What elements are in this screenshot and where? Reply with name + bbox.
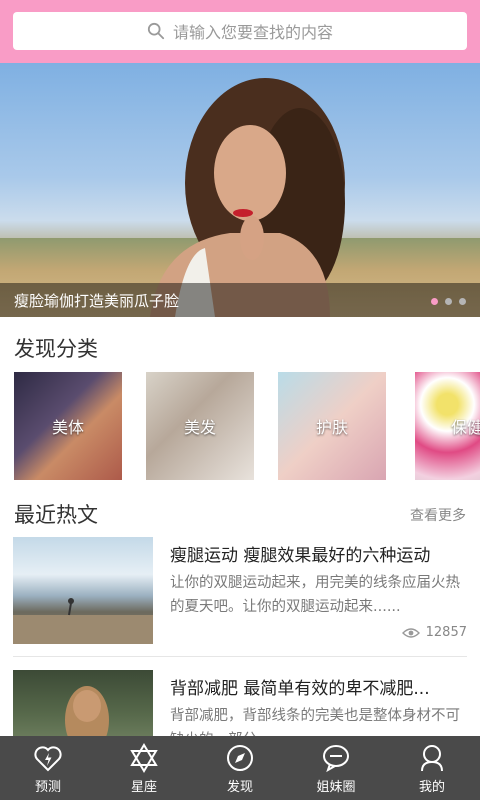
nav-label: 星座 xyxy=(130,779,157,795)
article-description: 让你的双腿运动起来，用完美的线条应届火热的夏天吧。让你的双腿运动起来...... xyxy=(170,575,460,615)
category-label: 美体 xyxy=(51,418,84,437)
carousel-dot[interactable] xyxy=(445,298,452,305)
category-label: 美发 xyxy=(183,418,216,437)
nav-label: 我的 xyxy=(418,779,445,795)
category-list: 美体 美发 护肤 保健 xyxy=(14,372,480,480)
banner-image xyxy=(150,78,345,317)
category-item-health[interactable]: 保健 xyxy=(415,372,480,480)
article-title: 瘦腿运动 瘦腿效果最好的六种运动 xyxy=(170,546,431,566)
nav-item-discover[interactable]: 发现 xyxy=(192,736,288,800)
search-input[interactable]: 请输入您要查找的内容 xyxy=(13,12,467,50)
nav-item-sisters[interactable]: 姐妹圈 xyxy=(288,736,384,800)
category-item-hair[interactable]: 美发 xyxy=(146,372,254,480)
carousel-dot[interactable] xyxy=(459,298,466,305)
search-placeholder: 请输入您要查找的内容 xyxy=(172,23,333,42)
eye-icon xyxy=(401,627,420,638)
divider xyxy=(13,656,467,657)
bottom-nav: 预测 星座 发现 姐妹圈 我的 xyxy=(0,736,480,800)
header-bar: 请输入您要查找的内容 xyxy=(0,0,480,63)
nav-label: 预测 xyxy=(34,779,61,795)
nav-item-predict[interactable]: 预测 xyxy=(0,736,96,800)
articles-title: 最近热文 xyxy=(14,503,98,527)
category-label: 保健 xyxy=(451,418,480,437)
article-title: 背部减肥 最简单有效的卑不减肥... xyxy=(170,679,430,699)
category-label: 护肤 xyxy=(315,418,348,437)
banner-carousel[interactable]: 瘦脸瑜伽打造美丽瓜子脸 xyxy=(0,63,480,317)
category-item-skincare[interactable]: 护肤 xyxy=(278,372,386,480)
star-of-david-icon xyxy=(130,742,158,773)
nav-item-zodiac[interactable]: 星座 xyxy=(96,736,192,800)
categories-title: 发现分类 xyxy=(14,337,98,361)
banner-caption: 瘦脸瑜伽打造美丽瓜子脸 xyxy=(14,291,180,310)
search-icon xyxy=(147,22,165,40)
carousel-indicator xyxy=(431,298,466,305)
view-count: 12857 xyxy=(425,625,467,640)
chat-bubble-icon xyxy=(323,744,349,772)
article-views: 12857 xyxy=(401,625,467,640)
category-item-body[interactable]: 美体 xyxy=(14,372,122,480)
banner-caption-bar: 瘦脸瑜伽打造美丽瓜子脸 xyxy=(0,283,480,317)
nav-item-mine[interactable]: 我的 xyxy=(384,736,480,800)
article-item[interactable]: 瘦腿运动 瘦腿效果最好的六种运动 让你的双腿运动起来，用完美的线条应届火热的夏天… xyxy=(13,537,467,645)
nav-label: 姐妹圈 xyxy=(316,779,356,795)
compass-icon xyxy=(227,744,253,771)
heart-bolt-icon xyxy=(34,745,62,771)
article-thumbnail xyxy=(13,537,153,644)
see-more-link[interactable]: 查看更多 xyxy=(410,505,466,525)
user-icon xyxy=(421,744,443,771)
nav-label: 发现 xyxy=(226,779,253,795)
carousel-dot[interactable] xyxy=(431,298,438,305)
